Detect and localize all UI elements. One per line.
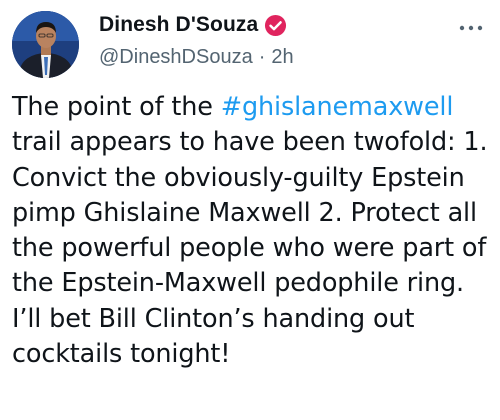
author-display-name[interactable]: Dinesh D'Souza — [99, 13, 258, 37]
tweet-timestamp[interactable]: 2h — [271, 46, 293, 69]
author-handle-row: @DineshDSouza · 2h — [99, 43, 294, 71]
tweet-text-start: The point of the — [12, 92, 221, 122]
more-options-icon[interactable] — [456, 16, 486, 40]
tweet-text: The point of the #ghislanemaxwell trail … — [12, 90, 496, 372]
separator-dot: · — [258, 45, 266, 68]
hashtag-link[interactable]: #ghislanemaxwell — [221, 92, 454, 122]
author-handle[interactable]: @DineshDSouza — [99, 46, 253, 69]
tweet-text-rest: trail appears to have been twofold: 1. C… — [12, 127, 488, 370]
profile-photo-icon — [12, 11, 79, 78]
avatar[interactable] — [12, 11, 79, 78]
verified-badge-icon — [264, 14, 287, 37]
tweet-card: Dinesh D'Souza @DineshDSouza · 2h The po… — [0, 0, 500, 420]
author-name-row: Dinesh D'Souza — [99, 10, 287, 40]
